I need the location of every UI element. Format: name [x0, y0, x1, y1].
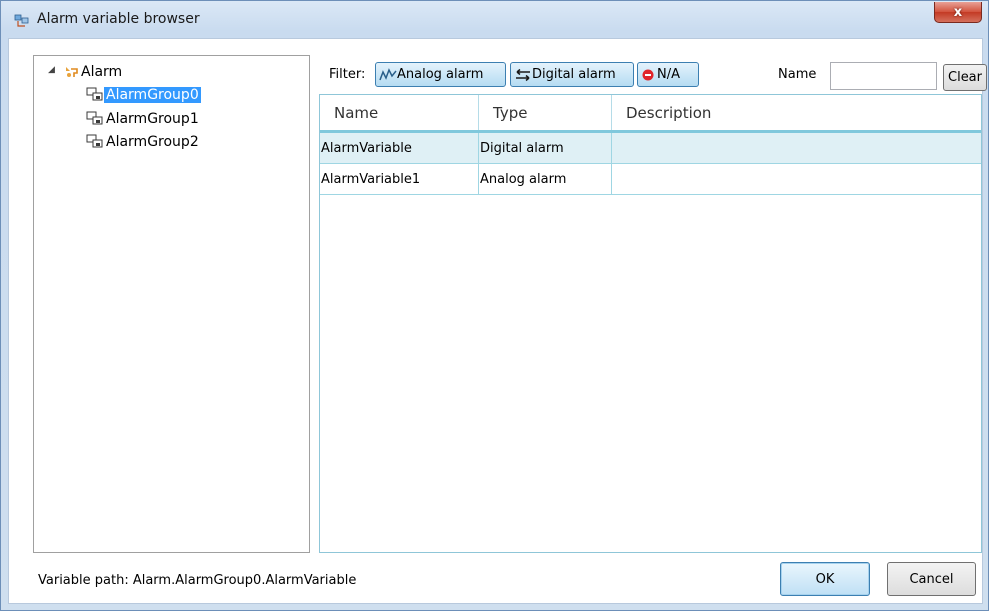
tree-item-alarmgroup1[interactable]: AlarmGroup1 [86, 109, 201, 129]
cell-description [612, 164, 981, 194]
cell-description [612, 133, 981, 163]
table-row[interactable]: AlarmVariable1 Analog alarm [320, 164, 981, 195]
alarm-folder-icon [66, 67, 78, 77]
digital-arrows-icon [516, 68, 530, 81]
close-icon: x [953, 4, 963, 20]
expand-arrow-icon[interactable]: ◢ [48, 65, 55, 75]
name-filter-label: Name [778, 67, 817, 82]
dialog-window: Alarm variable browser x ◢ Alarm AlarmGr… [0, 0, 989, 611]
app-icon [14, 14, 29, 27]
variable-path-text: Variable path: Alarm.AlarmGroup0.AlarmVa… [38, 573, 357, 588]
no-entry-icon [642, 69, 654, 80]
group-icon [86, 87, 103, 101]
group-tree[interactable]: ◢ Alarm AlarmGroup0 AlarmGroup1 AlarmGro… [33, 55, 310, 553]
tree-item-label: AlarmGroup1 [106, 111, 199, 127]
close-button[interactable]: x [934, 2, 982, 23]
filter-bar: Filter: Analog alarm Digital alarm N/A N… [323, 60, 987, 91]
analog-wave-icon [379, 67, 397, 80]
cell-name: AlarmVariable1 [320, 164, 479, 194]
column-header-description[interactable]: Description [612, 95, 981, 130]
tree-item-label: Alarm [81, 64, 123, 80]
cell-type: Digital alarm [479, 133, 612, 163]
cancel-button[interactable]: Cancel [887, 562, 976, 596]
tree-item-label: AlarmGroup0 [104, 87, 201, 103]
filter-digital-button[interactable]: Digital alarm [510, 62, 634, 87]
grid-header: Name Type Description [320, 95, 981, 133]
group-icon [86, 111, 103, 125]
window-title: Alarm variable browser [37, 11, 200, 27]
clear-button[interactable]: Clear [943, 64, 987, 91]
tree-item-alarm[interactable]: Alarm [64, 62, 122, 82]
variables-grid[interactable]: Name Type Description AlarmVariable Digi… [319, 94, 982, 553]
filter-na-button[interactable]: N/A [637, 62, 699, 87]
tree-item-alarmgroup0[interactable]: AlarmGroup0 [86, 85, 201, 105]
ok-button[interactable]: OK [780, 562, 870, 596]
column-header-type[interactable]: Type [479, 95, 612, 130]
filter-label: Filter: [329, 67, 366, 82]
table-row[interactable]: AlarmVariable Digital alarm [320, 133, 981, 164]
tree-item-alarmgroup2[interactable]: AlarmGroup2 [86, 132, 201, 152]
tree-item-label: AlarmGroup2 [106, 134, 199, 150]
cell-type: Analog alarm [479, 164, 612, 194]
dialog-body: ◢ Alarm AlarmGroup0 AlarmGroup1 AlarmGro… [8, 38, 987, 604]
cell-name: AlarmVariable [320, 133, 479, 163]
column-header-name[interactable]: Name [320, 95, 479, 130]
title-bar[interactable]: Alarm variable browser x [1, 1, 988, 37]
group-icon [86, 134, 103, 148]
name-filter-input[interactable] [830, 62, 937, 90]
filter-analog-button[interactable]: Analog alarm [375, 62, 506, 87]
